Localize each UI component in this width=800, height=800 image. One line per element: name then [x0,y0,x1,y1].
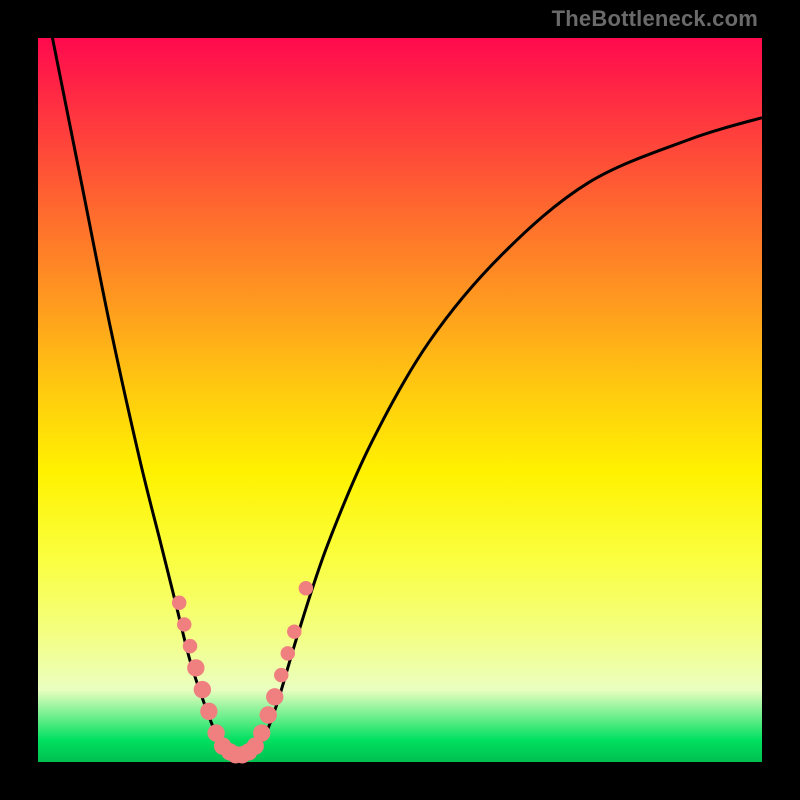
data-marker [299,581,313,595]
bottleneck-curve-chart [38,38,762,762]
bottleneck-curve [52,38,762,757]
watermark-text: TheBottleneck.com [552,6,758,32]
data-marker [183,639,197,653]
data-marker [187,659,204,676]
data-marker [260,706,277,723]
data-marker [172,595,186,609]
data-marker [266,688,283,705]
data-marker [194,681,211,698]
marker-group [172,581,313,763]
chart-frame: TheBottleneck.com [0,0,800,800]
data-marker [253,724,270,741]
plot-area [38,38,762,762]
data-marker [287,624,301,638]
data-marker [200,703,217,720]
data-marker [177,617,191,631]
data-marker [274,668,288,682]
data-marker [281,646,295,660]
